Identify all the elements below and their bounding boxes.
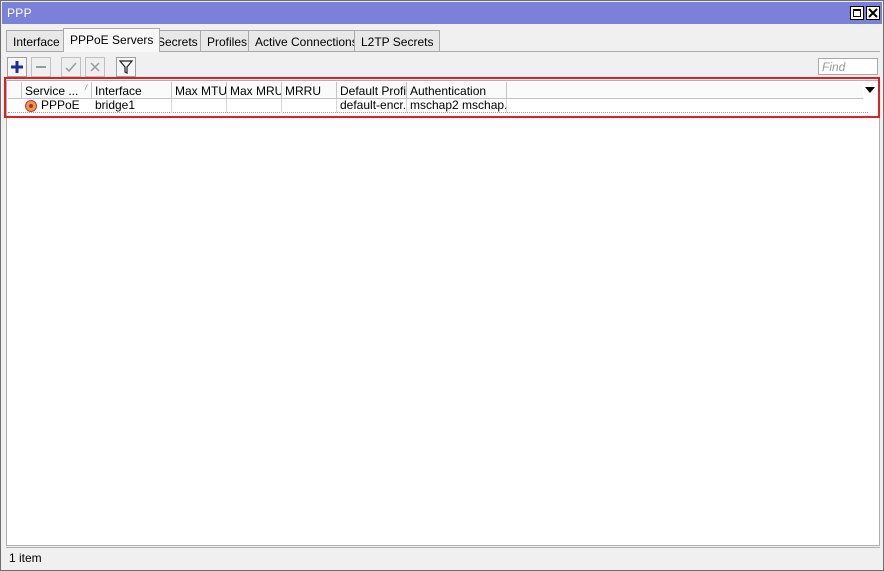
filter-button[interactable] xyxy=(116,57,136,77)
pppoe-server-icon xyxy=(25,100,37,112)
column-menu-icon[interactable] xyxy=(863,84,877,96)
remove-button[interactable] xyxy=(31,57,51,77)
cell-mrru xyxy=(282,99,337,113)
servers-table xyxy=(6,80,880,546)
check-icon xyxy=(65,62,77,73)
header-default-profile[interactable]: Default Profile xyxy=(337,82,407,99)
tab-l2tp-secrets[interactable]: L2TP Secrets xyxy=(354,30,441,51)
cell-default-profile: default-encr... xyxy=(337,99,407,113)
tab-active-connections[interactable]: Active Connections xyxy=(248,30,365,51)
tab-interface[interactable]: Interface xyxy=(6,30,67,51)
ppp-window: PPP Interface PPPoE Servers Secrets Prof… xyxy=(0,0,884,571)
disable-button[interactable] xyxy=(85,57,105,77)
close-icon xyxy=(868,8,878,18)
header-mrru[interactable]: MRRU xyxy=(282,82,337,99)
header-authentication[interactable]: Authentication xyxy=(407,82,507,99)
x-icon xyxy=(90,62,100,72)
title-bar[interactable]: PPP xyxy=(2,2,882,24)
header-max-mtu[interactable]: Max MTU xyxy=(172,82,227,99)
header-interface[interactable]: Interface xyxy=(92,82,172,99)
maximize-button[interactable] xyxy=(850,6,864,20)
cell-authentication: mschap2 mschap... xyxy=(407,99,507,113)
plus-icon xyxy=(11,61,23,73)
cell-interface: bridge1 xyxy=(92,99,172,113)
cell-max-mru xyxy=(227,99,282,113)
enable-button[interactable] xyxy=(61,57,81,77)
header-filler xyxy=(507,82,863,99)
item-count: 1 item xyxy=(9,551,42,565)
status-bar: 1 item xyxy=(6,547,880,565)
find-input[interactable] xyxy=(818,58,878,75)
add-button[interactable] xyxy=(7,57,27,77)
window-title: PPP xyxy=(7,6,32,20)
header-max-mru[interactable]: Max MRU xyxy=(227,82,282,99)
filter-icon xyxy=(119,60,133,74)
header-select-column[interactable] xyxy=(8,82,22,99)
maximize-icon xyxy=(853,9,861,17)
minus-icon xyxy=(36,66,46,68)
cell-service: PPPoE xyxy=(41,99,80,112)
cell-max-mtu xyxy=(172,99,227,113)
tab-pppoe-servers[interactable]: PPPoE Servers xyxy=(63,28,161,52)
header-service[interactable]: Service ... xyxy=(22,82,92,99)
close-button[interactable] xyxy=(866,6,880,20)
tab-profiles[interactable]: Profiles xyxy=(200,30,255,51)
